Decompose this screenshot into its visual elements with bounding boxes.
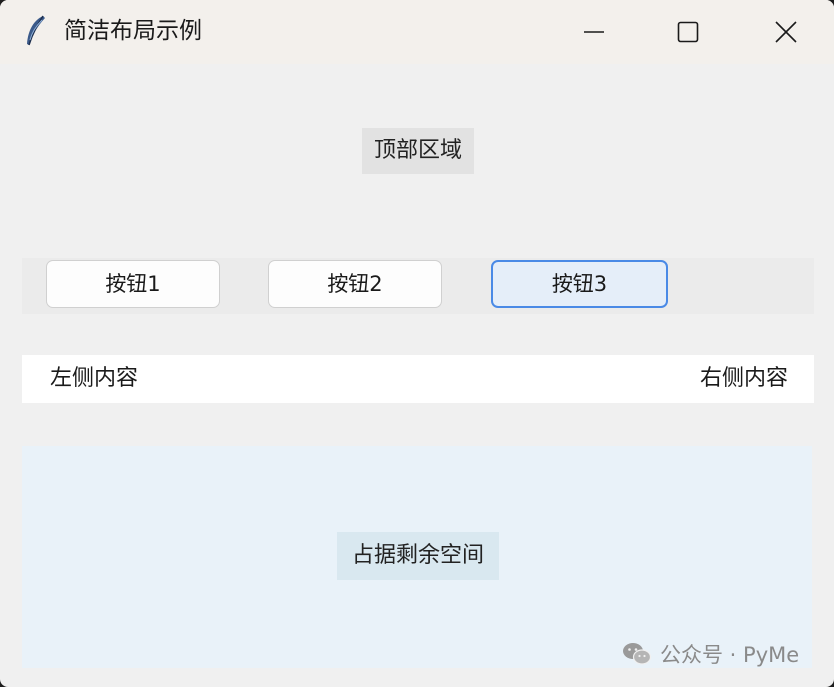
button-row: 按钮1 按钮2 按钮3 <box>22 258 814 314</box>
title-bar[interactable]: 简洁布局示例 <box>0 0 834 64</box>
close-icon <box>775 21 797 43</box>
top-area-label: 顶部区域 <box>362 128 474 174</box>
watermark-text: 公众号 · PyMe <box>660 643 800 667</box>
fill-area: 占据剩余空间 <box>22 446 812 668</box>
right-content-label: 右侧内容 <box>699 366 788 391</box>
minimize-button[interactable] <box>546 0 642 64</box>
wechat-icon <box>623 643 652 665</box>
maximize-button[interactable] <box>640 0 736 64</box>
fill-area-label: 占据剩余空间 <box>337 532 499 580</box>
minimize-icon <box>584 31 604 33</box>
side-content-row: 左侧内容 右侧内容 <box>22 355 814 403</box>
left-content-label: 左侧内容 <box>50 366 139 391</box>
maximize-icon <box>677 21 699 43</box>
button-1[interactable]: 按钮1 <box>46 260 220 308</box>
window-title: 简洁布局示例 <box>64 18 202 44</box>
button-3[interactable]: 按钮3 <box>491 260 668 308</box>
app-window: 简洁布局示例 顶部区域 按钮1 按钮2 按钮3 左侧内容 右侧内容 占据剩余空间 <box>0 0 834 687</box>
feather-icon <box>27 15 45 46</box>
watermark: 公众号 · PyMe <box>622 638 799 670</box>
close-button[interactable] <box>738 0 834 64</box>
button-2[interactable]: 按钮2 <box>268 260 442 308</box>
